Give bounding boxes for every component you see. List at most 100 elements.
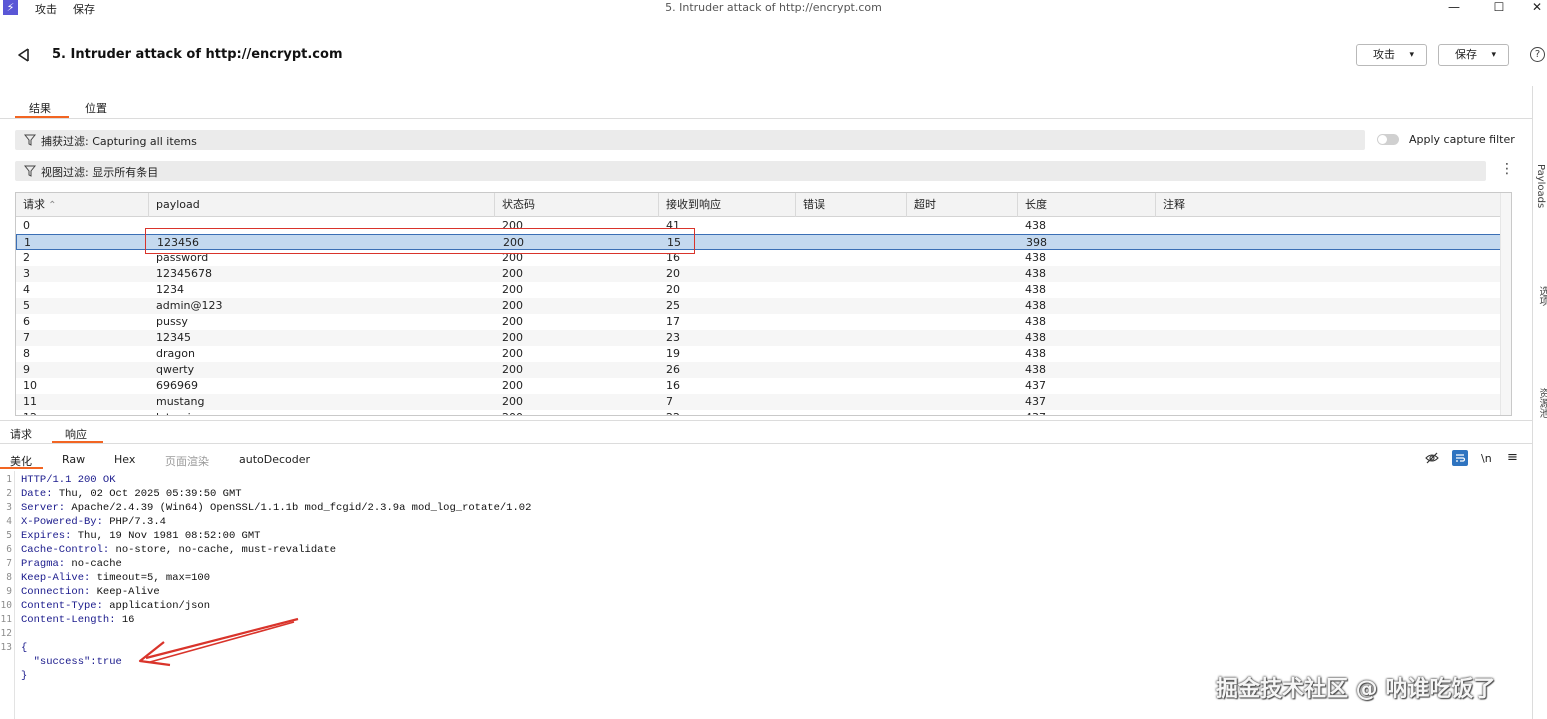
close-icon[interactable]: ✕ (1527, 0, 1547, 15)
cell-timeout (907, 410, 1018, 415)
table-row[interactable]: 8 dragon 200 19 438 (16, 346, 1501, 362)
table-row[interactable]: 10 696969 200 16 437 (16, 378, 1501, 394)
header-name: } (21, 670, 28, 682)
tab-render[interactable]: 页面渲染 (165, 453, 209, 469)
header-name: Keep-Alive: (21, 572, 91, 584)
cell-timeout (907, 218, 1018, 234)
cell-request-number: 7 (23, 331, 30, 344)
header-value: Thu, 02 Oct 2025 05:39:50 GMT (52, 488, 242, 500)
table-row[interactable]: 9 qwerty 200 26 438 (16, 362, 1501, 378)
cell-payload: pussy (156, 315, 188, 328)
header-value: no-store, no-cache, must-revalidate (109, 544, 337, 556)
help-icon[interactable]: ? (1530, 47, 1545, 62)
cell-response-received: 25 (666, 299, 680, 312)
cell-length: 438 (1025, 331, 1046, 344)
code-line: { (21, 642, 27, 654)
cell-error (796, 282, 907, 298)
cell-request-number: 8 (23, 347, 30, 360)
table-row[interactable]: 12letmein20022 437 (16, 410, 1501, 415)
table-row[interactable]: 4 1234 200 20 438 (16, 282, 1501, 298)
attack-dropdown-button[interactable]: 攻击 ▾ (1356, 44, 1427, 66)
cell-length: 438 (1025, 363, 1046, 376)
cell-payload: letmein (149, 410, 495, 415)
save-button-label: 保存 (1455, 48, 1477, 61)
cell-status-code: 200 (502, 299, 523, 312)
cell-request-number: 4 (23, 283, 30, 296)
column-header-request-number[interactable]: 请求 ⌃ (16, 193, 149, 217)
column-header-comment[interactable]: 注释 (1156, 193, 1501, 217)
cell-request-number: 2 (23, 251, 30, 264)
column-header-error[interactable]: 错误 (796, 193, 907, 217)
cell-timeout (907, 266, 1018, 282)
side-tab-resource-pool[interactable]: 资源池 (1535, 388, 1547, 418)
column-header-timeout[interactable]: 超时 (907, 193, 1018, 217)
code-line: Expires: Thu, 19 Nov 1981 08:52:00 GMT (21, 530, 260, 542)
results-table[interactable]: 请求 ⌃ payload 状态码 接收到响应 错误 超时 长度 注释 0 200 4 1 438 1 1 2… (15, 192, 1512, 416)
header-name: Connection: (21, 586, 91, 598)
header-name: Date: (21, 488, 53, 500)
cell-payload: 12345678 (156, 267, 212, 280)
hide-eye-icon[interactable] (1425, 451, 1439, 465)
capture-filter-toggle[interactable] (1377, 134, 1399, 145)
cell-status-code: 200 (502, 267, 523, 280)
column-header-response-received[interactable]: 接收到响应 (659, 193, 796, 217)
tab-positions[interactable]: 位置 (85, 100, 107, 116)
cell-timeout (907, 362, 1018, 378)
minimize-icon[interactable]: — (1444, 0, 1464, 15)
cell-status-code: 200 (502, 331, 523, 344)
view-filter-bar[interactable]: 视图过滤: 显示所有条目 (15, 161, 1486, 181)
table-row[interactable]: 6 pussy 200 17 438 (16, 314, 1501, 330)
cell-error (796, 330, 907, 346)
filter-icon (24, 165, 36, 177)
cell-error (796, 218, 907, 234)
message-tabs-divider (0, 443, 1532, 444)
cell-status-code: 200 (502, 395, 523, 408)
cell-comment (1156, 410, 1501, 415)
tab-request[interactable]: 请求 (10, 426, 32, 442)
side-tab-payloads[interactable]: Payloads (1535, 164, 1546, 208)
cell-request-number: 11 (23, 395, 37, 408)
more-options-icon[interactable]: ⋮ (1500, 162, 1514, 176)
header-name: Pragma: (21, 558, 66, 570)
active-view-tab-indicator (0, 467, 43, 469)
cell-status-code: 200 (502, 315, 523, 328)
cell-payload: mustang (156, 395, 205, 408)
tab-results[interactable]: 结果 (29, 100, 51, 116)
menu-icon[interactable]: ≡ (1507, 450, 1518, 465)
tab-response[interactable]: 响应 (65, 426, 87, 442)
tab-hex[interactable]: Hex (114, 453, 135, 466)
cell-error (796, 410, 907, 415)
header-value: timeout=5, max=100 (90, 572, 211, 584)
column-header-label: payload (156, 198, 200, 211)
side-tab-options[interactable]: 选项 (1535, 286, 1547, 306)
annotation-arrow-icon (138, 617, 299, 667)
cell-length: 437 (1025, 395, 1046, 408)
column-header-length[interactable]: 长度 (1018, 193, 1156, 217)
column-header-status-code[interactable]: 状态码 (495, 193, 659, 217)
tab-raw[interactable]: Raw (62, 453, 85, 466)
column-header-payload[interactable]: payload (149, 193, 495, 217)
table-row[interactable]: 7 12345 200 23 438 (16, 330, 1501, 346)
table-row[interactable]: 3 12345678 200 20 438 (16, 266, 1501, 282)
header-name: HTTP/1.1 200 OK (21, 474, 116, 486)
table-scrollbar[interactable] (1500, 193, 1511, 415)
cell-comment (1156, 266, 1501, 282)
tab-autodecoder[interactable]: autoDecoder (239, 453, 310, 466)
cell-payload: dragon (156, 347, 195, 360)
cell-payload: 696969 (156, 379, 198, 392)
window-title: 5. Intruder attack of http://encrypt.com (665, 1, 882, 14)
message-panel-divider (0, 420, 1532, 421)
table-row[interactable]: 11 mustang 200 7 437 (16, 394, 1501, 410)
back-arrow-icon[interactable] (15, 46, 33, 64)
table-row[interactable]: 5 admin@123 200 25 438 (16, 298, 1501, 314)
cell-length: 438 (1025, 267, 1046, 280)
word-wrap-button[interactable] (1452, 450, 1468, 466)
cell-response-received: 23 (666, 331, 680, 344)
capture-filter-bar[interactable]: 捕获过滤: Capturing all items (15, 130, 1365, 150)
newline-toggle[interactable]: \n (1481, 452, 1492, 465)
maximize-icon[interactable]: ☐ (1489, 0, 1509, 15)
cell-error (796, 394, 907, 410)
save-dropdown-button[interactable]: 保存 ▾ (1438, 44, 1509, 66)
header-name: Content-Length: (21, 614, 116, 626)
code-line: "success":true (21, 656, 122, 668)
